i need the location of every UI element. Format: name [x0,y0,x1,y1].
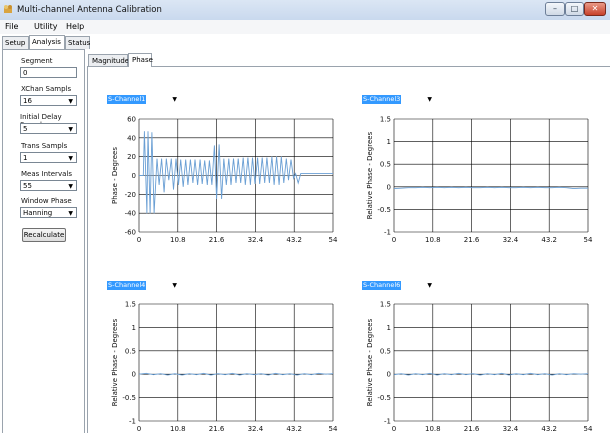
chart2-y-tick-label: 0 [387,183,391,191]
chart4-series-line [393,372,589,376]
chart3-y-axis-label: Relative Phase - Degrees [111,318,119,406]
chart2-x-tick-label: 43.2 [541,236,557,244]
chart3-x-tick-label: 32.4 [248,425,264,433]
chart1-x-tick-label: 0 [137,236,141,244]
chart1-y-tick-label: -40 [125,210,136,218]
chart1-x-tick-label: 10.8 [170,236,186,244]
chart3-x-tick-label: 0 [137,425,141,433]
chart3-x-tick-label: 54 [329,425,338,433]
chart2-x-tick-label: 21.6 [464,236,480,244]
chart4-x-tick-label: 43.2 [541,425,557,433]
chart1-x-tick-label: 21.6 [209,236,225,244]
chart4-y-tick-label: 0.5 [380,347,391,355]
chart4-x-tick-label: 10.8 [425,425,441,433]
chart4-y-tick-label: 0 [387,371,391,379]
chart2-y-tick-label: -0.5 [377,206,391,214]
chart3-y-tick-label: 0.5 [125,347,136,355]
chart3-y-tick-label: -1 [129,418,136,426]
chart2-y-tick-label: 1.5 [380,116,391,124]
chart3-y-tick-label: 0 [132,371,136,379]
chart3-y-tick-label: -0.5 [122,394,136,402]
chart4-x-tick-label: 54 [584,425,593,433]
chart2-x-tick-label: 10.8 [425,236,441,244]
tab-phase[interactable]: Phase [128,53,153,67]
chart1-x-tick-label: 54 [329,236,338,244]
chart4-x-tick-label: 32.4 [503,425,519,433]
chart3-x-tick-label: 43.2 [286,425,302,433]
chart3-y-tick-label: 1.5 [125,301,136,309]
chart2-y-tick-label: -1 [384,229,391,237]
chart3-y-tick-label: 1 [132,324,136,332]
chart1-x-tick-label: 32.4 [248,236,264,244]
chart1-y-tick-label: 40 [127,134,136,142]
chart4-y-tick-label: 1 [387,324,391,332]
chart1-series-line [139,131,333,214]
chart4-y-axis-label: Relative Phase - Degrees [366,318,374,406]
chart2-x-tick-label: 32.4 [503,236,519,244]
chart4-y-tick-label: -1 [384,418,391,426]
chart3-x-tick-label: 10.8 [170,425,186,433]
chart2-y-tick-label: 1 [387,138,391,146]
tab-analysis[interactable]: Analysis [29,35,65,49]
chart2-x-tick-label: 0 [392,236,396,244]
chart2-series-line [393,186,588,190]
chart1-y-tick-label: -20 [125,191,136,199]
chart4-y-tick-label: 1.5 [380,301,391,309]
chart4-x-tick-label: 0 [392,425,396,433]
chart4-y-tick-label: -0.5 [377,394,391,402]
chart4-x-tick-label: 21.6 [464,425,480,433]
chart1-y-axis-label: Phase - Degrees [111,147,119,204]
phase-charts: 6040200-20-40-600 10.8 21.6 32.4 43.2 54Phase… [111,116,593,433]
chart1-y-tick-label: 20 [127,153,136,161]
chart1-x-tick-label: 43.2 [286,236,302,244]
chart1-y-tick-label: 0 [132,172,136,180]
chart1-y-tick-label: -60 [125,229,136,237]
chart3-x-tick-label: 21.6 [209,425,225,433]
chart2-y-tick-label: 0.5 [380,161,391,169]
chart2-y-axis-label: Relative Phase - Degrees [366,131,374,219]
chart2-x-tick-label: 54 [584,236,593,244]
chart1-y-tick-label: 60 [127,116,136,124]
